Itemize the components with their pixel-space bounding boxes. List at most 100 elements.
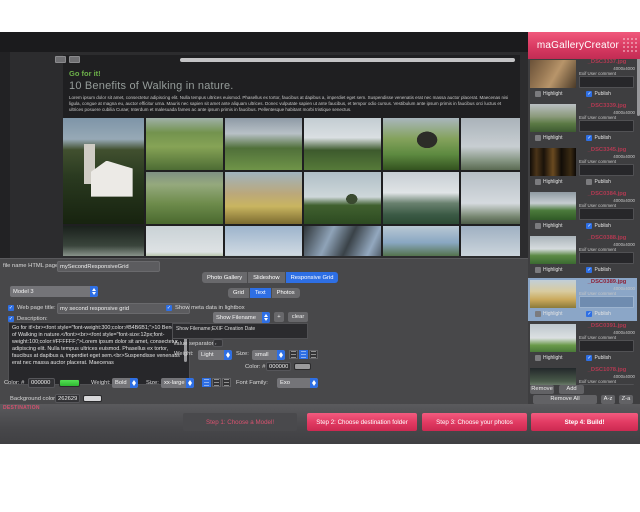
description-textarea[interactable]: Go for it!<br><font style="font-weight:3… — [8, 322, 190, 385]
exif-comment-input[interactable] — [579, 296, 634, 308]
font-family-select[interactable]: Exo — [277, 378, 318, 388]
gallery-photo[interactable] — [225, 226, 302, 256]
photo-thumbnail[interactable] — [530, 236, 576, 264]
gallery-photo[interactable] — [146, 226, 223, 256]
tab-grid[interactable]: Grid — [228, 288, 250, 298]
meta-weight-select[interactable]: Light — [198, 350, 232, 360]
title-color-swatch[interactable] — [59, 379, 80, 387]
value-separator-input[interactable] — [213, 339, 223, 347]
exif-comment-input[interactable] — [579, 340, 634, 352]
photo-thumbnail[interactable] — [530, 192, 576, 220]
gallery-photo[interactable] — [63, 226, 144, 256]
photo-thumbnail[interactable] — [530, 104, 576, 132]
show-meta-checkbox[interactable] — [166, 305, 172, 311]
exif-comment-input[interactable] — [579, 76, 634, 88]
background-color-swatch[interactable] — [83, 395, 102, 402]
preview-columns-icon[interactable] — [55, 56, 66, 63]
gallery-photo[interactable] — [383, 172, 459, 224]
step3-choose-photos-button[interactable]: Step 3: Choose your photos — [422, 413, 527, 431]
publish-checkbox[interactable] — [586, 135, 592, 141]
photo-thumbnail[interactable] — [530, 324, 576, 352]
photo-list-item[interactable]: _DSC0389.jpg 4000x4000 Exif User comment… — [528, 278, 637, 321]
stepper-icon[interactable] — [130, 378, 138, 388]
publish-checkbox[interactable] — [586, 179, 592, 185]
align-left-button[interactable] — [289, 350, 298, 359]
tab-slideshow[interactable]: Slideshow — [248, 272, 285, 283]
gallery-photo[interactable] — [225, 118, 302, 170]
photo-list-item[interactable]: _DSC0391.jpg 4000x4000 Exif User comment… — [528, 322, 637, 365]
meta-field-select[interactable]: Show Filename — [213, 312, 270, 323]
exif-comment-input[interactable] — [579, 208, 634, 220]
add-button[interactable]: Add — [559, 385, 584, 394]
align-left-button[interactable] — [202, 378, 211, 387]
stepper-icon[interactable] — [310, 378, 318, 388]
photo-list-item[interactable]: _DSC3339.jpg 4000x4000 Exif User comment… — [528, 102, 637, 145]
highlight-checkbox[interactable] — [535, 223, 541, 229]
remove-button[interactable]: Remove — [530, 385, 554, 394]
gallery-photo[interactable] — [461, 118, 520, 170]
filename-input[interactable] — [57, 261, 160, 272]
gallery-photo[interactable] — [63, 118, 144, 224]
web-page-title-checkbox[interactable] — [8, 305, 14, 311]
photo-thumbnail[interactable] — [530, 148, 576, 176]
title-weight-select[interactable]: Bold — [112, 378, 138, 388]
meta-fields-list[interactable]: Show Filename;EXIF Creation Date — [172, 323, 308, 339]
publish-checkbox[interactable] — [586, 91, 592, 97]
align-center-button[interactable] — [212, 378, 221, 387]
gallery-photo[interactable] — [304, 118, 381, 170]
exif-comment-input[interactable] — [579, 384, 634, 385]
highlight-checkbox[interactable] — [535, 91, 541, 97]
highlight-checkbox[interactable] — [535, 179, 541, 185]
photo-thumbnail[interactable] — [530, 368, 576, 385]
exif-comment-input[interactable] — [579, 120, 634, 132]
exif-comment-input[interactable] — [579, 252, 634, 264]
photo-list-item[interactable]: _DSC0388.jpg 4000x4000 Exif User comment… — [528, 234, 637, 277]
highlight-checkbox[interactable] — [535, 267, 541, 273]
stepper-icon[interactable] — [277, 350, 285, 360]
stepper-icon[interactable] — [224, 350, 232, 360]
remove-all-button[interactable]: Remove All — [533, 395, 597, 404]
preview-image-icon[interactable] — [69, 56, 80, 63]
align-center-button[interactable] — [299, 350, 308, 359]
tab-text[interactable]: Text — [250, 288, 272, 298]
photo-list-item[interactable]: _DSC1078.jpg 4000x4000 Exif User comment… — [528, 366, 637, 385]
photo-list-item[interactable]: _DSC0384.jpg 4000x4000 Exif User comment… — [528, 190, 637, 233]
align-right-button[interactable] — [309, 350, 318, 359]
highlight-checkbox[interactable] — [535, 135, 541, 141]
gallery-photo[interactable] — [383, 118, 459, 170]
background-color-input[interactable] — [55, 394, 80, 403]
stepper-icon[interactable] — [90, 286, 98, 297]
tab-responsive-grid[interactable]: Responsive Grid — [286, 272, 339, 283]
step4-build-button[interactable]: Step 4: Build! — [531, 413, 638, 431]
tab-photo-gallery[interactable]: Photo Gallery — [202, 272, 248, 283]
gallery-photo[interactable] — [304, 226, 381, 256]
sort-az-button[interactable]: A-z — [601, 395, 615, 404]
sort-za-button[interactable]: Z-a — [619, 395, 633, 404]
photo-thumbnail[interactable] — [530, 280, 576, 308]
meta-size-select[interactable]: small — [252, 350, 285, 360]
highlight-checkbox[interactable] — [535, 355, 541, 361]
meta-clear-button[interactable]: clear — [288, 312, 308, 322]
gallery-photo[interactable] — [146, 172, 223, 224]
photo-thumbnail[interactable] — [530, 60, 576, 88]
photo-list-item[interactable]: _DSC3337.jpg 4000x4000 Exif User comment… — [528, 58, 637, 101]
publish-checkbox[interactable] — [586, 223, 592, 229]
meta-color-swatch[interactable] — [294, 363, 311, 370]
publish-checkbox[interactable] — [586, 311, 592, 317]
tab-photos[interactable]: Photos — [272, 288, 300, 298]
gallery-photo[interactable] — [225, 172, 302, 224]
title-color-input[interactable] — [28, 378, 55, 388]
gallery-photo[interactable] — [146, 118, 223, 170]
gallery-photo[interactable] — [304, 172, 381, 224]
exif-comment-input[interactable] — [579, 164, 634, 176]
step2-destination-button[interactable]: Step 2: Choose destination folder — [307, 413, 417, 431]
stepper-icon[interactable] — [186, 378, 194, 388]
model-select[interactable]: Model 3 — [10, 286, 98, 297]
publish-checkbox[interactable] — [586, 267, 592, 273]
publish-checkbox[interactable] — [586, 355, 592, 361]
step1-choose-model-button[interactable]: Step 1: Choose a Model! — [183, 413, 297, 431]
gallery-photo[interactable] — [461, 226, 520, 256]
title-size-select[interactable]: xx-large — [161, 378, 194, 388]
meta-color-input[interactable] — [266, 362, 291, 371]
meta-add-button[interactable]: + — [274, 312, 284, 322]
